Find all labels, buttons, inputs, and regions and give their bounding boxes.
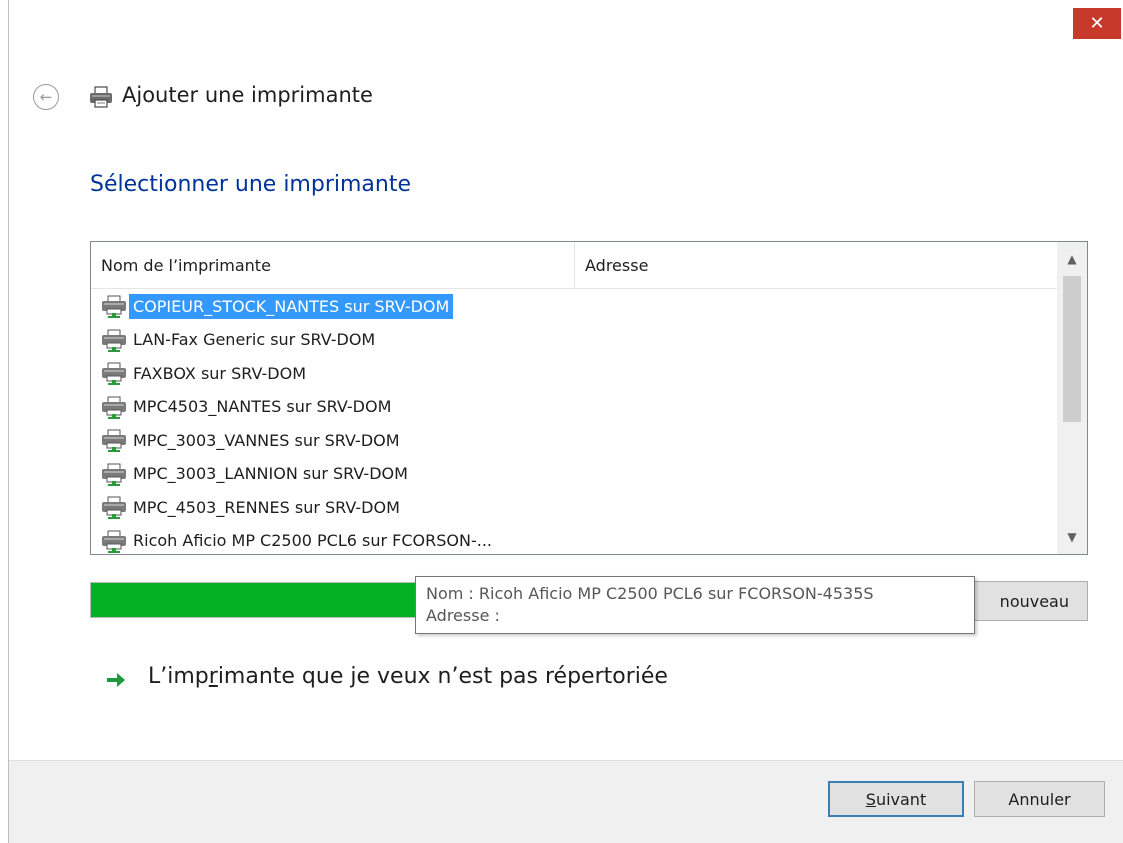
- network-printer-icon: [99, 361, 129, 385]
- printer-name: MPC4503_NANTES sur SRV-DOM: [133, 397, 392, 416]
- green-arrow-icon: [107, 673, 125, 687]
- tooltip-name-line: Nom : Ricoh Aficio MP C2500 PCL6 sur FCO…: [426, 584, 874, 603]
- printer-list[interactable]: Nom de l’imprimante Adresse COPIEUR_STOC…: [90, 241, 1088, 555]
- vertical-scrollbar[interactable]: ▲ ▼: [1057, 242, 1087, 554]
- network-printer-icon: [99, 294, 129, 318]
- next-access-key: S: [865, 789, 876, 809]
- column-header-name[interactable]: Nom de l’imprimante: [91, 242, 575, 288]
- chevron-up-icon: ▲: [1067, 252, 1077, 266]
- printer-list-item[interactable]: FAXBOX sur SRV-DOM: [99, 357, 310, 389]
- printer-list-item[interactable]: MPC4503_NANTES sur SRV-DOM: [99, 391, 395, 423]
- network-printer-icon: [99, 495, 129, 519]
- network-printer-icon: [99, 529, 129, 553]
- back-button[interactable]: ←: [33, 84, 59, 110]
- scroll-down-button[interactable]: ▼: [1057, 522, 1087, 552]
- printer-name: Ricoh Aficio MP C2500 PCL6 sur FCORSON-.…: [133, 531, 493, 550]
- column-header-address[interactable]: Adresse: [575, 242, 1057, 288]
- link-text-part: imante que je veux n’est pas répertoriée: [217, 664, 668, 689]
- printer-name: LAN-Fax Generic sur SRV-DOM: [133, 330, 376, 349]
- tooltip-address-line: Adresse :: [426, 606, 500, 625]
- page-heading: Sélectionner une imprimante: [90, 172, 411, 197]
- chevron-down-icon: ▼: [1067, 530, 1077, 544]
- progress-fill: [91, 583, 415, 617]
- printer-list-item[interactable]: COPIEUR_STOCK_NANTES sur SRV-DOM: [99, 290, 454, 322]
- window-border: [8, 0, 9, 843]
- scroll-up-button[interactable]: ▲: [1057, 244, 1087, 274]
- printer-list-item[interactable]: LAN-Fax Generic sur SRV-DOM: [99, 324, 379, 356]
- network-printer-icon: [99, 328, 129, 352]
- window-title: Ajouter une imprimante: [122, 83, 373, 107]
- next-label: uivant: [875, 789, 927, 809]
- printer-list-item[interactable]: MPC_3003_VANNES sur SRV-DOM: [99, 424, 404, 456]
- cancel-button[interactable]: Annuler: [974, 781, 1105, 817]
- printer-name: FAXBOX sur SRV-DOM: [133, 363, 306, 383]
- printer-icon: [90, 86, 112, 108]
- printer-not-listed-link[interactable]: L’imprimante que je veux n’est pas réper…: [148, 664, 668, 689]
- close-button[interactable]: ✕: [1073, 8, 1121, 39]
- add-printer-window: ✕ ← Ajouter une imprimante Sélectionner …: [0, 0, 1123, 843]
- back-arrow-icon: ←: [39, 88, 53, 106]
- printer-list-item[interactable]: MPC_4503_RENNES sur SRV-DOM: [99, 491, 404, 523]
- printer-tooltip: Nom : Ricoh Aficio MP C2500 PCL6 sur FCO…: [415, 576, 975, 634]
- network-printer-icon: [99, 428, 129, 452]
- close-icon: ✕: [1089, 13, 1105, 34]
- printer-name: COPIEUR_STOCK_NANTES sur SRV-DOM: [129, 293, 454, 319]
- search-again-label: nouveau: [999, 591, 1069, 611]
- printer-name: MPC_4503_RENNES sur SRV-DOM: [133, 497, 400, 517]
- printer-list-item[interactable]: Ricoh Aficio MP C2500 PCL6 sur FCORSON-.…: [99, 525, 496, 555]
- network-printer-icon: [99, 462, 129, 486]
- scroll-thumb[interactable]: [1063, 276, 1081, 422]
- network-printer-icon: [99, 395, 129, 419]
- printer-list-item[interactable]: MPC_3003_LANNION sur SRV-DOM: [99, 458, 412, 490]
- dialog-footer: Suivant Annuler: [9, 760, 1123, 843]
- search-progress-bar: [90, 582, 416, 618]
- printer-name: MPC_3003_LANNION sur SRV-DOM: [133, 464, 408, 483]
- list-header: Nom de l’imprimante Adresse: [91, 242, 1057, 289]
- link-access-key: r: [208, 664, 218, 689]
- printer-name: MPC_3003_VANNES sur SRV-DOM: [133, 430, 400, 450]
- link-text-part: L’imp: [148, 664, 209, 689]
- next-button[interactable]: Suivant: [828, 781, 964, 817]
